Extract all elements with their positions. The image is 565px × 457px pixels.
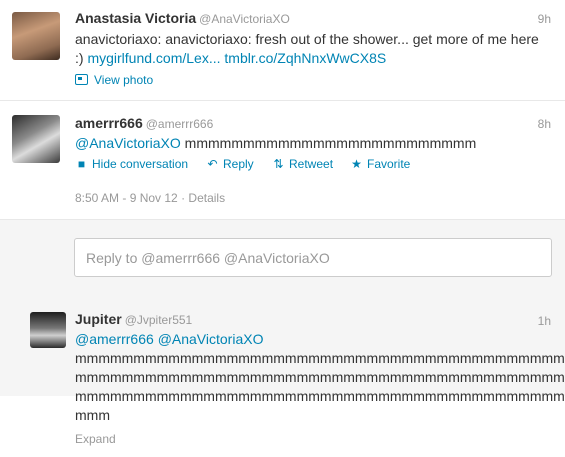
reply-label: Reply <box>223 157 254 171</box>
tweet-anastasia[interactable]: Anastasia Victoria @AnaVictoriaXO 9h anav… <box>0 0 565 101</box>
tweet-text: @AnaVictoriaXO mmmmmmmmmmmmmmmmmmmmmmmmm <box>75 134 545 153</box>
tweet-mentions: @amerrr666 @AnaVictoriaXO <box>75 330 555 349</box>
details-link[interactable]: Details <box>188 191 225 205</box>
avatar[interactable] <box>12 12 60 60</box>
hide-conversation-label: Hide conversation <box>92 157 189 171</box>
tweet-text-body: mmmmmmmmmmmmmmmmmmmmmmmmm <box>184 135 477 151</box>
reply-arrow-icon: ↶ <box>207 157 218 171</box>
view-photo-label: View photo <box>94 73 154 87</box>
mention-amerrr[interactable]: @amerrr666 <box>75 331 154 347</box>
fullname[interactable]: amerrr666 <box>75 115 143 131</box>
reply-button[interactable]: ↶ Reply <box>206 157 254 171</box>
hide-conversation-button[interactable]: ■ Hide conversation <box>75 157 188 171</box>
tweet-time[interactable]: 9h <box>538 12 551 26</box>
fullname[interactable]: Jupiter <box>75 311 122 327</box>
fullname[interactable]: Anastasia Victoria <box>75 10 196 26</box>
tweet-time[interactable]: 8h <box>538 117 551 131</box>
favorite-label: Favorite <box>367 157 411 171</box>
avatar[interactable] <box>12 115 60 163</box>
reply-input[interactable] <box>75 239 551 276</box>
mention-anavictoria[interactable]: @AnaVictoriaXO <box>75 135 181 151</box>
tweet-timestamp: 8:50 AM - 9 Nov 12 · Details <box>75 191 226 205</box>
tweet-text: @amerrr666 @AnaVictoriaXO mmmmmmmmmmmmmm… <box>75 330 565 425</box>
speech-bubble-icon: ■ <box>77 157 86 171</box>
expand-link[interactable]: Expand <box>75 432 116 446</box>
photo-icon <box>75 74 88 85</box>
tweet-text-line: mmmmmmmmmmmmmmmmmmmmmmmmmmmmmmmmmmmmmmmm… <box>75 388 565 404</box>
link-mygirlfund[interactable]: mygirlfund.com/Lex... <box>87 50 220 66</box>
username[interactable]: @AnaVictoriaXO <box>199 12 290 26</box>
star-icon: ★ <box>351 157 362 171</box>
tweet-header: Anastasia Victoria @AnaVictoriaXO <box>75 10 290 26</box>
username[interactable]: @Jvpiter551 <box>125 313 193 327</box>
view-photo-button[interactable]: View photo <box>75 73 153 87</box>
tweet-time[interactable]: 1h <box>538 314 551 328</box>
retweet-label: Retweet <box>289 157 334 171</box>
tweet-text: anavictoriaxo: anavictoriaxo: fresh out … <box>75 30 545 68</box>
username[interactable]: @amerrr666 <box>146 117 214 131</box>
tweet-header: amerrr666 @amerrr666 <box>75 115 213 131</box>
favorite-button[interactable]: ★ Favorite <box>350 157 410 171</box>
reply-box[interactable] <box>74 238 552 277</box>
tweet-text-line: mmm <box>75 407 110 423</box>
tweet-text-line: mmmmmmmmmmmmmmmmmmmmmmmmmmmmmmmmmmmmmmmm… <box>75 369 565 385</box>
retweet-icon: ⇅ <box>273 157 284 171</box>
tweet-header: Jupiter @Jvpiter551 <box>75 311 192 327</box>
retweet-button[interactable]: ⇅ Retweet <box>272 157 333 171</box>
mention-anavictoria[interactable]: @AnaVictoriaXO <box>158 331 264 347</box>
avatar[interactable] <box>30 312 66 348</box>
tweet-text-line: mmmmmmmmmmmmmmmmmmmmmmmmmmmmmmmmmmmmmmmm… <box>75 350 565 366</box>
timestamp-text[interactable]: 8:50 AM - 9 Nov 12 <box>75 191 178 205</box>
link-tumblr[interactable]: tmblr.co/ZqhNnxWwCX8S <box>224 50 386 66</box>
